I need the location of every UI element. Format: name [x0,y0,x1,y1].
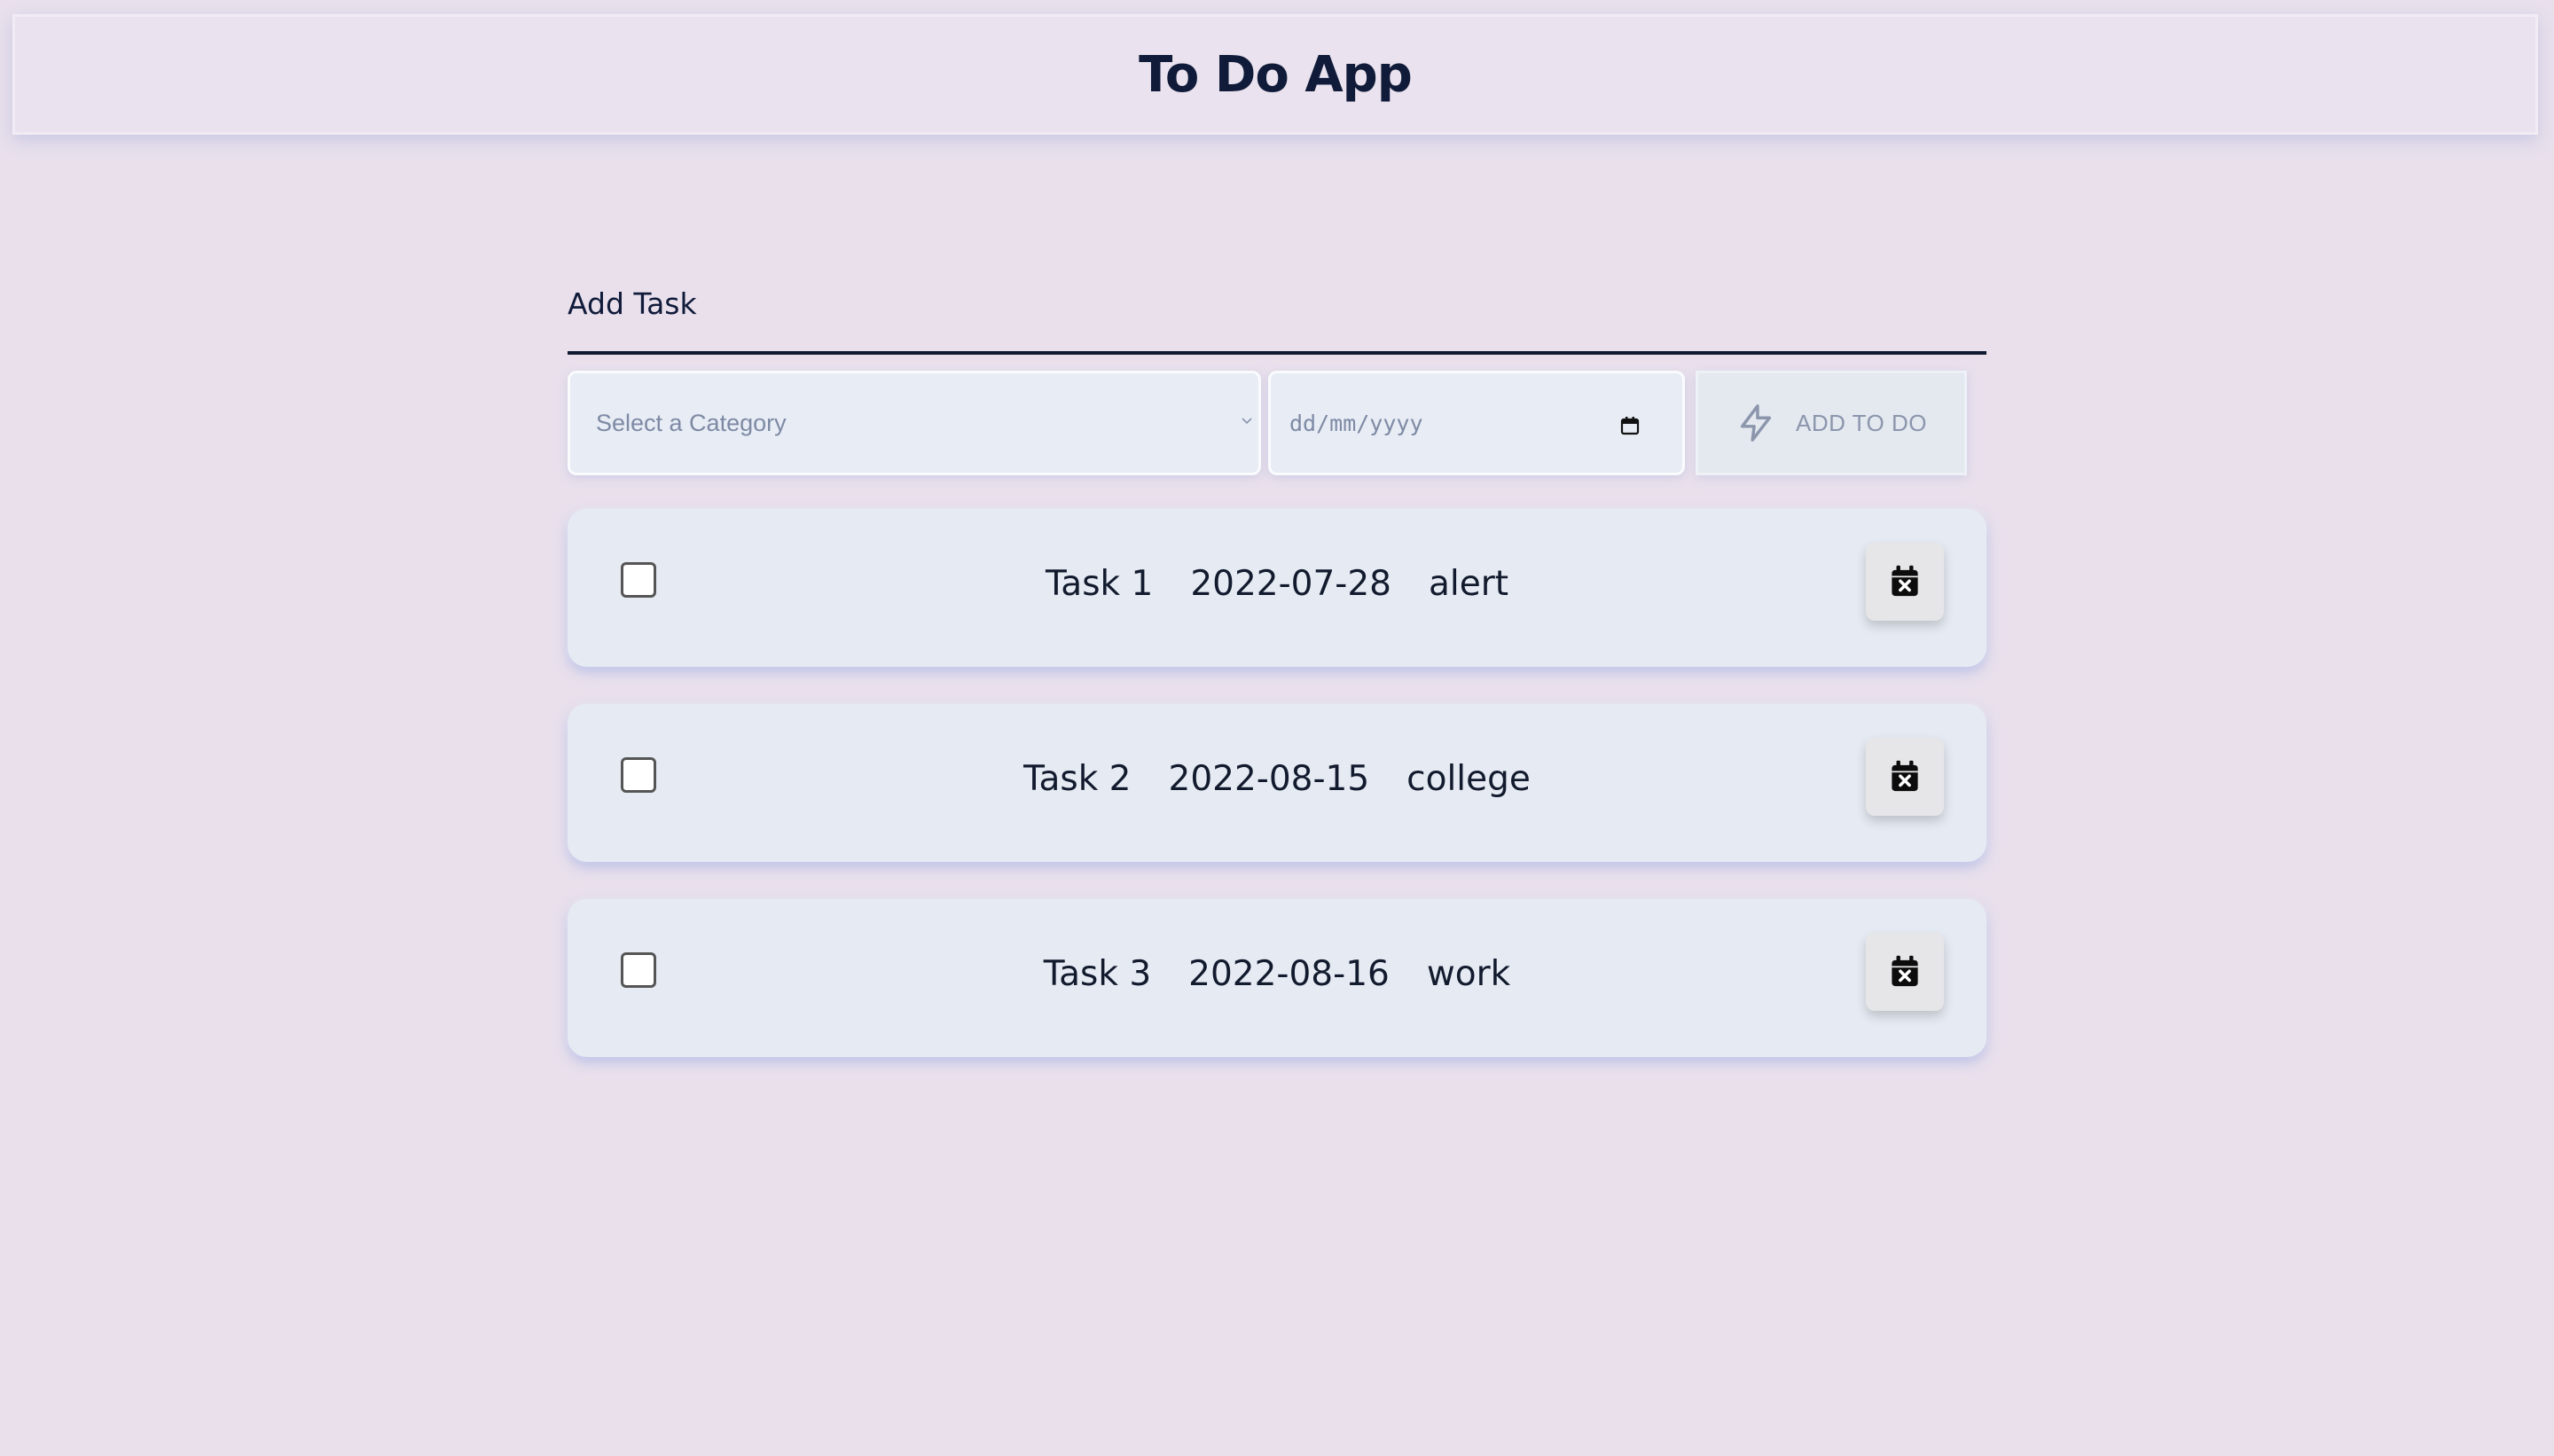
category-select[interactable]: Select a Category [568,371,1261,475]
task-category: college [1406,759,1531,799]
calendar-x-icon [1892,955,1918,987]
task-date: 2022-08-16 [1188,954,1390,994]
task-name: Task 1 [1045,564,1154,604]
task-card: Task 3 2022-08-16 work [568,899,1986,1057]
task-controls-row: Select a Category dd/mm/yyyy ADD TO DO [568,371,1986,479]
chevron-down-icon [1242,418,1252,425]
add-task-input[interactable] [568,275,1986,332]
task-name: Task 2 [1023,759,1132,799]
add-task-field-wrapper [568,275,1986,355]
task-date: 2022-07-28 [1190,564,1391,604]
date-input-placeholder: dd/mm/yyyy [1289,410,1423,436]
task-category: alert [1428,564,1509,604]
delete-task-button[interactable] [1866,738,1944,816]
date-input[interactable]: dd/mm/yyyy [1268,371,1685,475]
delete-task-button[interactable] [1866,543,1944,621]
app-header: To Do App [12,14,2538,135]
task-text: Task 2 2022-08-15 college [568,759,1986,799]
task-category: work [1426,954,1511,994]
add-todo-button[interactable]: ADD TO DO [1696,371,1967,475]
calendar-icon[interactable] [1619,415,1641,436]
app-title: To Do App [1139,45,1413,104]
category-select-value: Select a Category [596,409,787,436]
bolt-icon [1740,404,1772,442]
task-card: Task 2 2022-08-15 college [568,704,1986,862]
calendar-x-icon [1892,565,1918,597]
task-name: Task 3 [1043,954,1152,994]
calendar-x-icon [1892,760,1918,792]
task-date: 2022-08-15 [1168,759,1370,799]
task-card: Task 1 2022-07-28 alert [568,509,1986,667]
task-text: Task 1 2022-07-28 alert [568,564,1986,604]
task-text: Task 3 2022-08-16 work [568,954,1986,994]
delete-task-button[interactable] [1866,933,1944,1011]
add-todo-button-label: ADD TO DO [1795,409,1927,436]
